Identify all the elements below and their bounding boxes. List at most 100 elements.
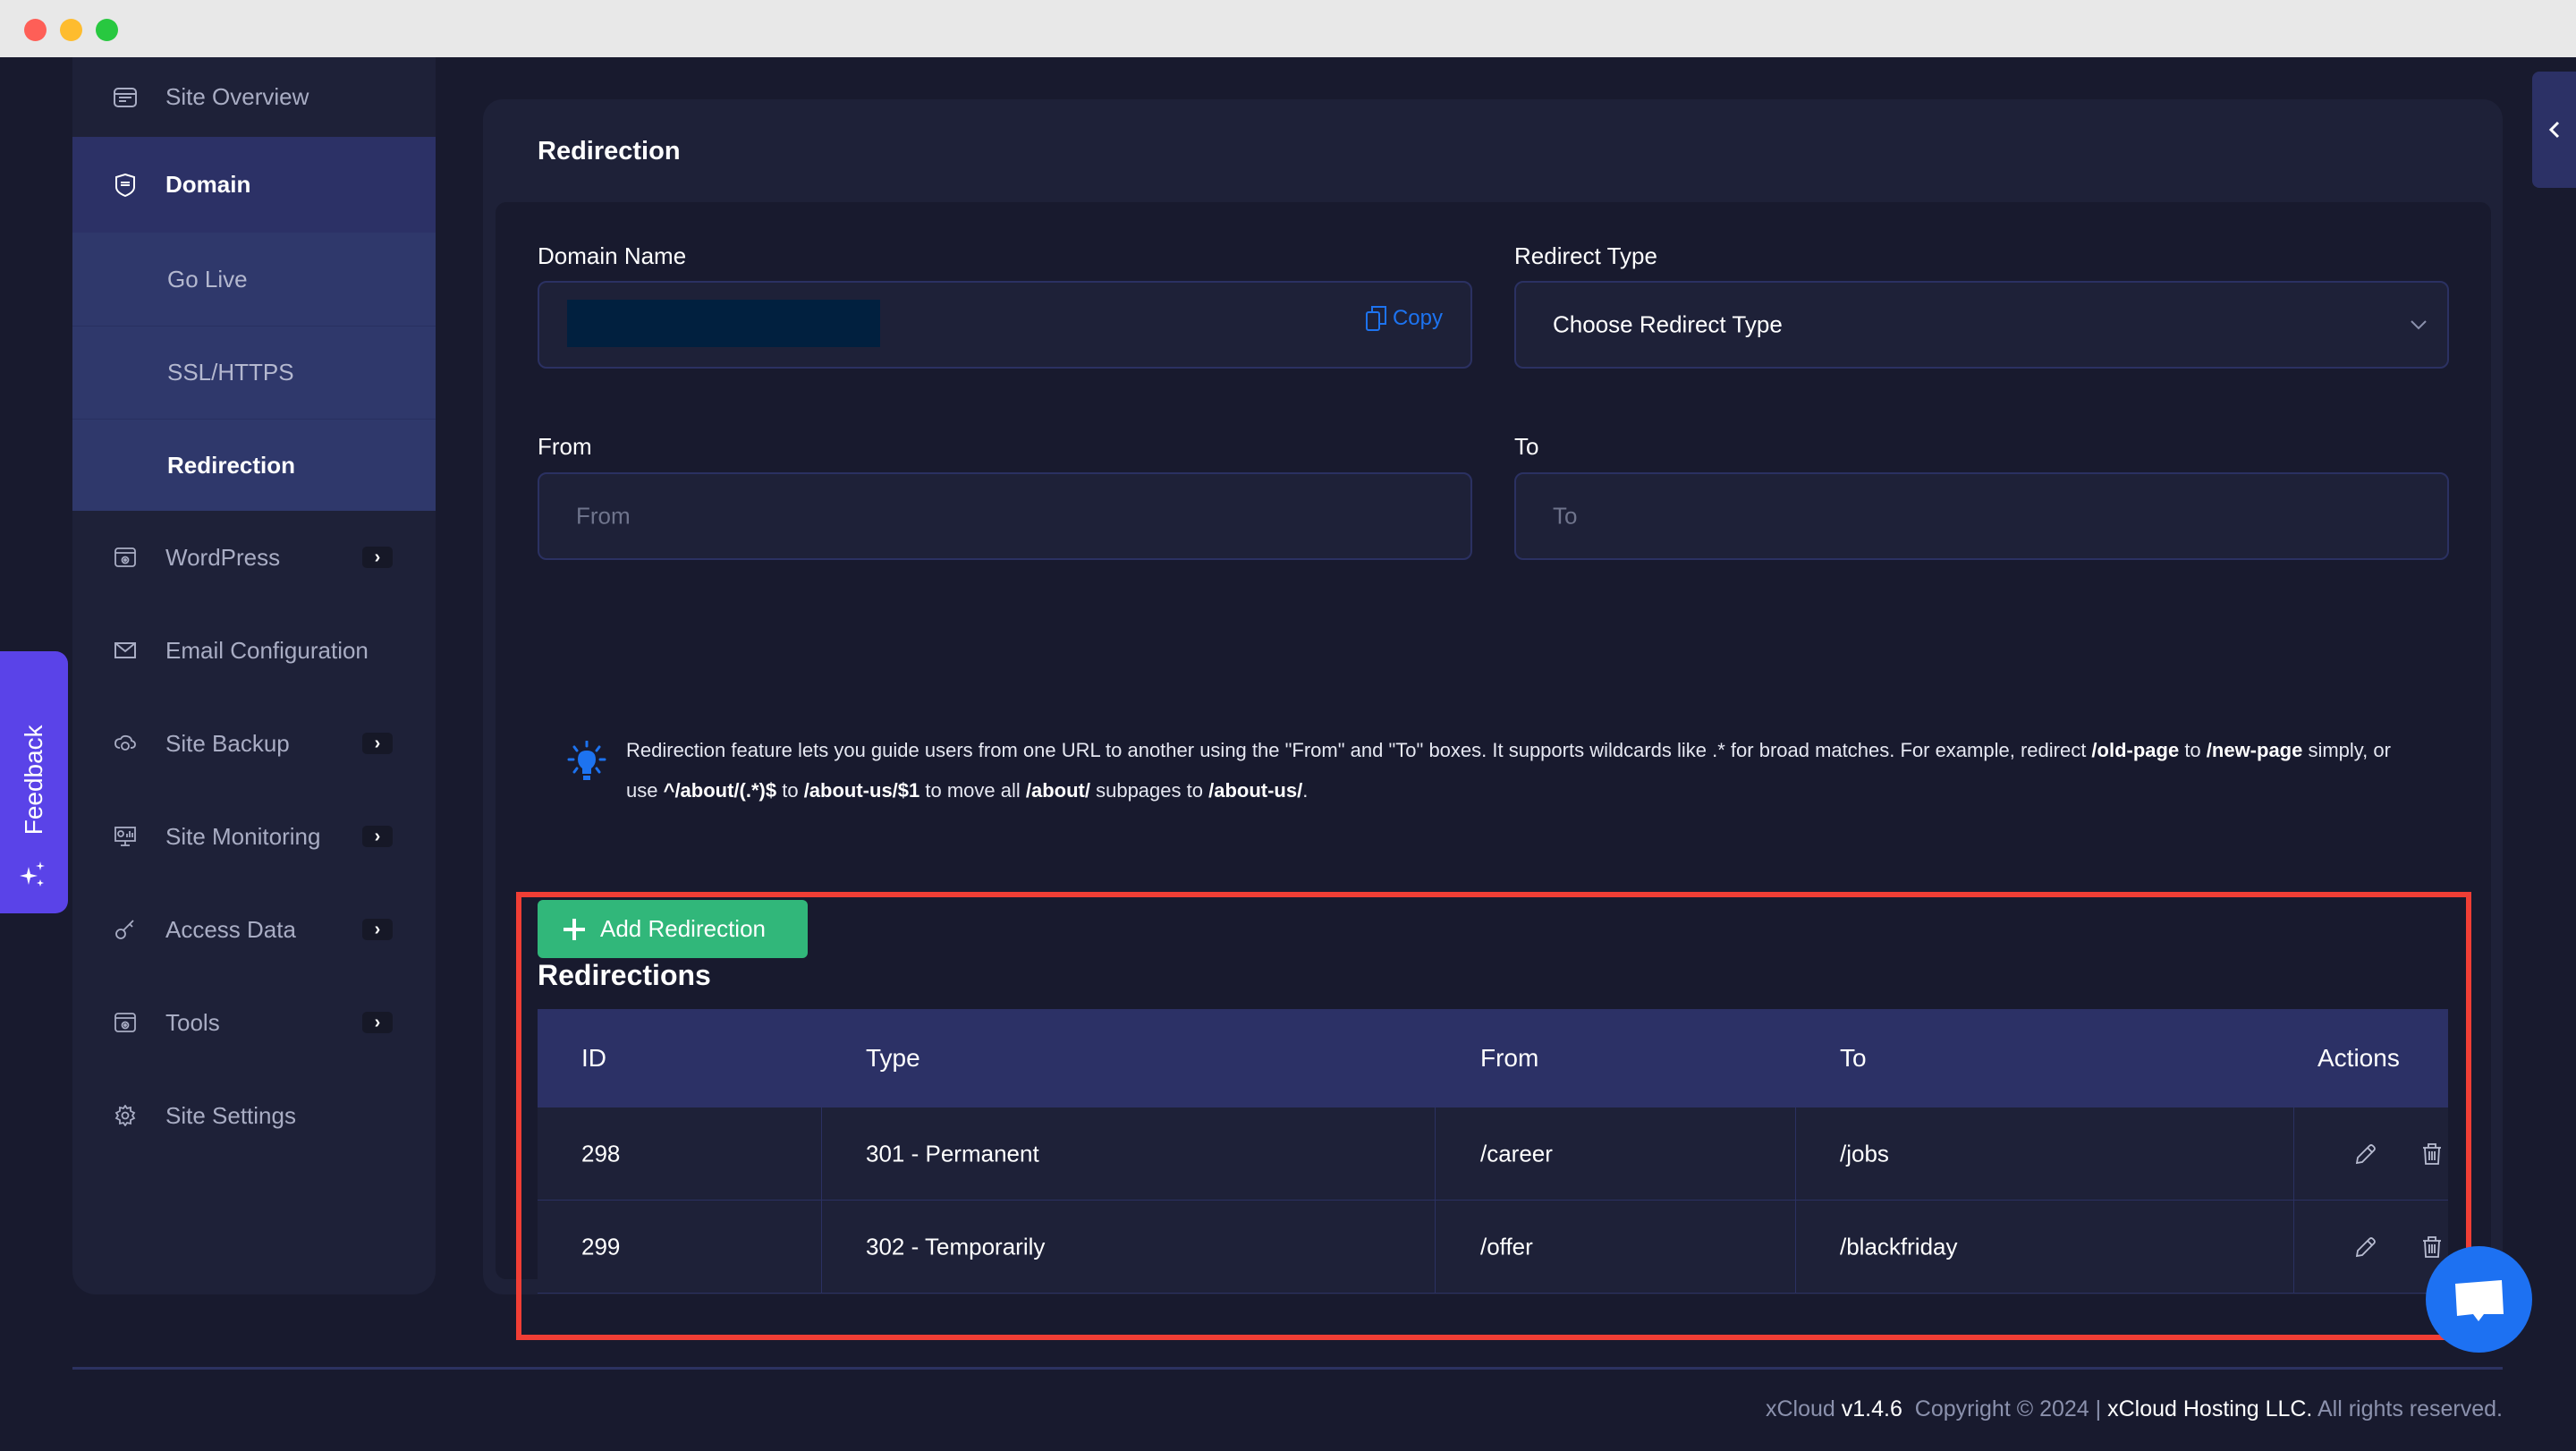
sidebar-item-domain[interactable]: Domain	[72, 137, 436, 233]
delete-trash-icon[interactable]	[2420, 1142, 2444, 1166]
cloud-sync-icon	[114, 732, 137, 755]
footer-version: v1.4.6	[1841, 1396, 1902, 1421]
info-text: Redirection feature lets you guide users…	[626, 730, 2415, 810]
column-header-actions: Actions	[2318, 1044, 2400, 1072]
monitor-chart-icon	[114, 825, 137, 848]
chevron-left-icon	[2548, 121, 2559, 139]
cell-to: /jobs	[1840, 1140, 1889, 1167]
sidebar-subitem-go-live[interactable]: Go Live	[72, 233, 436, 326]
redirections-table: ID Type From To Actions 298 301 - Permane…	[538, 1009, 2448, 1294]
to-input[interactable]: To	[1514, 472, 2449, 560]
cell-from: /offer	[1480, 1233, 1533, 1260]
copy-button[interactable]: Copy	[1365, 306, 1443, 331]
chevron-right-icon[interactable]: ›	[362, 733, 393, 754]
add-redirection-button[interactable]: Add Redirection	[538, 900, 808, 958]
gear-icon	[114, 1104, 137, 1127]
chevron-right-icon[interactable]: ›	[362, 919, 393, 940]
page-title: Redirection	[538, 137, 681, 165]
sidebar-item-label: Email Configuration	[165, 636, 369, 664]
chevron-right-icon[interactable]: ›	[362, 826, 393, 847]
info-text-segment: to	[776, 779, 804, 802]
feedback-tab[interactable]: Feedback	[0, 651, 68, 913]
cell-id: 298	[581, 1140, 621, 1167]
redirection-form-panel: Domain Name Copy Redirect Type Choose Re…	[496, 202, 2491, 1294]
info-text-segment: Redirection feature lets you guide users…	[626, 739, 2092, 761]
sidebar-item-site-settings[interactable]: Site Settings	[72, 1069, 436, 1162]
from-input[interactable]: From	[538, 472, 1472, 560]
sidebar-item-site-overview[interactable]: Site Overview	[72, 57, 436, 137]
copy-icon	[1365, 306, 1386, 331]
sidebar-item-site-backup[interactable]: Site Backup ›	[72, 697, 436, 790]
column-header-to: To	[1840, 1044, 1867, 1072]
key-icon	[114, 918, 137, 941]
sidebar-item-label: Site Backup	[165, 729, 290, 757]
from-placeholder: From	[576, 502, 631, 530]
window-close-button[interactable]	[24, 19, 47, 41]
footer: xCloud v1.4.6 Copyright © 2024 | xCloud …	[1766, 1396, 2503, 1422]
browser-window-icon	[114, 86, 137, 109]
domain-name-label: Domain Name	[538, 242, 687, 269]
to-label: To	[1514, 433, 1539, 460]
copy-label: Copy	[1392, 306, 1443, 330]
info-text-segment: subpages to	[1089, 779, 1209, 802]
column-header-from: From	[1480, 1044, 1539, 1072]
redirect-type-selected: Choose Redirect Type	[1553, 310, 1783, 338]
footer-company[interactable]: xCloud Hosting LLC.	[2107, 1396, 2312, 1421]
sidebar-item-label: Tools	[165, 1008, 220, 1036]
table-row: 298 301 - Permanent/career/jobs	[538, 1107, 2448, 1201]
footer-rights: All rights reserved.	[2317, 1396, 2503, 1421]
info-text-segment: to move all	[919, 779, 1026, 802]
sidebar-item-label: Site Settings	[165, 1101, 296, 1129]
info-code-snippet: /about-us/$1	[803, 779, 920, 802]
feedback-label: Feedback	[20, 724, 47, 835]
edit-pencil-icon[interactable]	[2354, 1235, 2377, 1259]
sidebar-subitem-redirection[interactable]: Redirection	[72, 419, 436, 511]
domain-name-value-redacted	[567, 300, 880, 347]
collapse-panel-button[interactable]	[2532, 72, 2576, 188]
to-placeholder: To	[1553, 502, 1578, 530]
sidebar-item-label: Site Overview	[165, 83, 309, 110]
redirect-type-select[interactable]: Choose Redirect Type	[1514, 281, 2449, 369]
chat-support-button[interactable]	[2426, 1246, 2532, 1353]
chevron-right-icon[interactable]: ›	[362, 1012, 393, 1033]
column-divider	[2293, 1201, 2294, 1293]
edit-pencil-icon[interactable]	[2354, 1142, 2377, 1166]
plus-icon	[564, 918, 585, 940]
window-titlebar	[0, 0, 2576, 57]
sidebar-item-access-data[interactable]: Access Data ›	[72, 883, 436, 976]
info-note: Redirection feature lets you guide users…	[567, 730, 2463, 810]
sidebar-item-wordpress[interactable]: WordPress ›	[72, 511, 436, 604]
delete-trash-icon[interactable]	[2420, 1235, 2444, 1259]
redirection-card: Redirection Domain Name Copy Redirect Ty…	[483, 99, 2503, 1294]
window-minimize-button[interactable]	[60, 19, 82, 41]
redirections-title: Redirections	[538, 959, 711, 991]
chat-icon	[2454, 1279, 2504, 1321]
app: Site Overview Domain Go Live SSL/HTTPS R…	[0, 57, 2576, 1451]
tools-settings-icon	[114, 1011, 137, 1034]
lightbulb-icon	[567, 741, 606, 780]
column-header-id: ID	[581, 1044, 606, 1072]
chevron-right-icon[interactable]: ›	[362, 547, 393, 568]
sidebar-item-site-monitoring[interactable]: Site Monitoring ›	[72, 790, 436, 883]
info-code-snippet: ^/about/(.*)$	[663, 779, 777, 802]
column-divider	[1795, 1201, 1796, 1293]
table-row: 299 302 - Temporarily/offer/blackfriday	[538, 1201, 2448, 1294]
info-code-snippet: /old-page	[2091, 739, 2180, 761]
window-maximize-button[interactable]	[96, 19, 118, 41]
column-divider	[1435, 1107, 1436, 1200]
column-divider	[821, 1107, 822, 1200]
sidebar-item-email-configuration[interactable]: Email Configuration	[72, 604, 436, 697]
cell-type: 302 - Temporarily	[866, 1233, 1046, 1260]
footer-brand: xCloud	[1765, 1396, 1835, 1421]
sidebar-item-tools[interactable]: Tools ›	[72, 976, 436, 1069]
info-code-snippet: /about-us/	[1208, 779, 1303, 802]
table-body: 298 301 - Permanent/career/jobs 299 302 - T…	[538, 1107, 2448, 1294]
footer-copyright: Copyright © 2024 |	[1914, 1396, 2102, 1421]
sidebar-subitem-label: Go Live	[167, 265, 248, 293]
domain-name-field[interactable]: Copy	[538, 281, 1472, 369]
sidebar-subitem-ssl-https[interactable]: SSL/HTTPS	[72, 326, 436, 419]
add-redirection-label: Add Redirection	[600, 915, 766, 942]
column-divider	[1795, 1107, 1796, 1200]
sidebar: Site Overview Domain Go Live SSL/HTTPS R…	[72, 57, 436, 1294]
sidebar-item-label: WordPress	[165, 543, 281, 571]
